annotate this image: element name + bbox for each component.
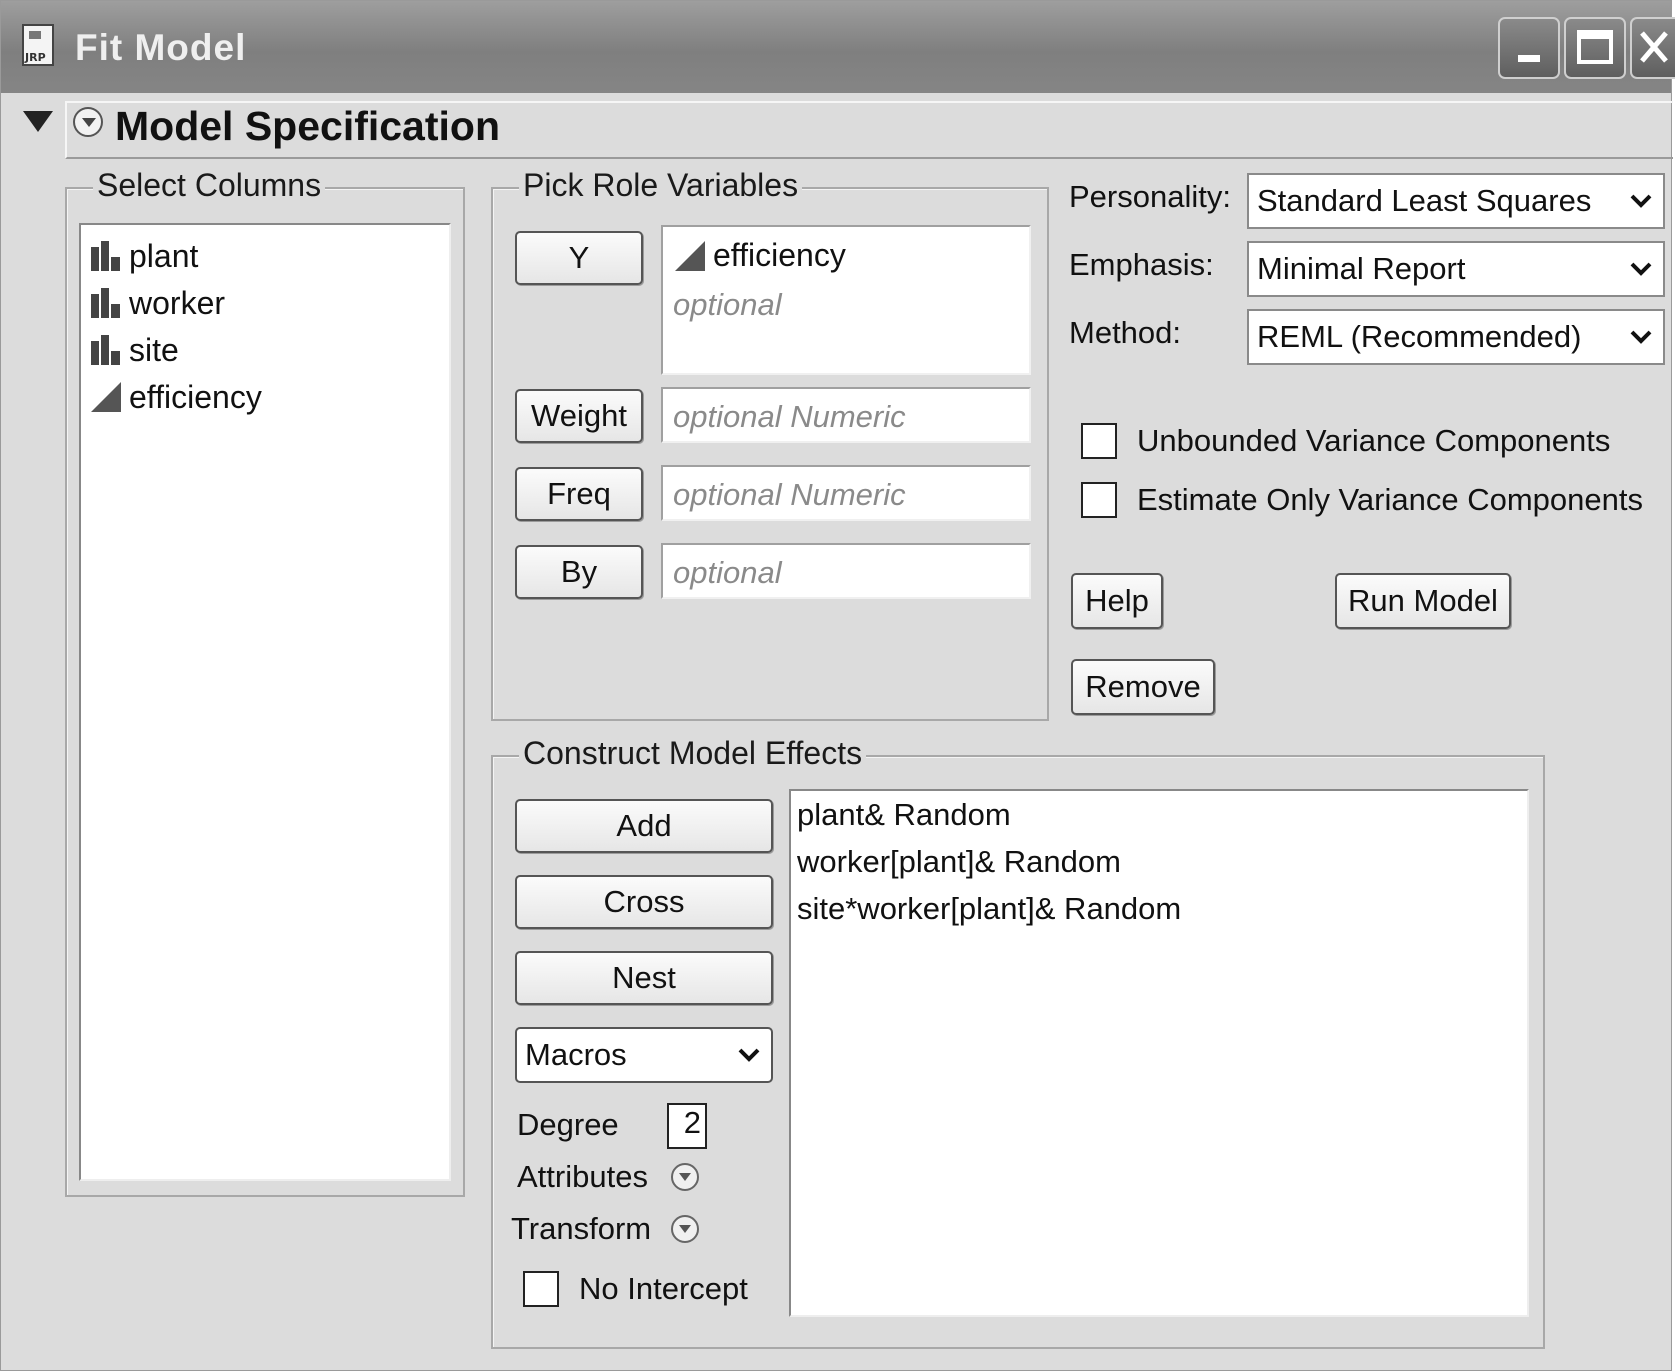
no-intercept-checkbox[interactable] xyxy=(523,1271,559,1307)
title-bar: JRP Fit Model xyxy=(1,1,1675,93)
unbounded-variance-label: Unbounded Variance Components xyxy=(1137,423,1611,458)
by-role-field[interactable]: optional xyxy=(661,543,1031,599)
cross-effect-button[interactable]: Cross xyxy=(515,875,773,929)
macros-select[interactable]: Macros xyxy=(515,1027,773,1083)
pick-role-variables-legend: Pick Role Variables xyxy=(519,167,803,204)
method-value: REML (Recommended) xyxy=(1257,319,1582,354)
method-label: Method: xyxy=(1069,315,1182,350)
freq-role-placeholder: optional Numeric xyxy=(673,477,906,512)
personality-value: Standard Least Squares xyxy=(1257,183,1592,218)
attributes-menu-icon[interactable] xyxy=(671,1163,699,1191)
by-role-placeholder: optional xyxy=(673,555,782,590)
model-specification-title: Model Specification xyxy=(115,103,500,149)
weight-role-button[interactable]: Weight xyxy=(515,389,643,443)
y-role-placeholder: optional xyxy=(673,287,782,322)
close-button[interactable] xyxy=(1630,17,1675,79)
list-item[interactable]: site xyxy=(89,329,179,371)
remove-button[interactable]: Remove xyxy=(1071,659,1215,715)
window-title: Fit Model xyxy=(75,27,247,68)
red-triangle-menu-icon[interactable] xyxy=(73,107,103,137)
unbounded-variance-checkbox[interactable] xyxy=(1081,423,1117,459)
degree-input[interactable]: 2 xyxy=(667,1103,707,1149)
dialog-body: Model Specification Select Columns plant… xyxy=(1,93,1673,1372)
continuous-triangle-icon xyxy=(675,240,705,271)
transform-label: Transform xyxy=(511,1211,652,1246)
personality-select[interactable]: Standard Least Squares xyxy=(1247,173,1665,229)
construct-model-effects-legend: Construct Model Effects xyxy=(519,735,867,772)
estimate-only-variance-checkbox[interactable] xyxy=(1081,482,1117,518)
no-intercept-label: No Intercept xyxy=(579,1271,748,1306)
outline-header: Model Specification xyxy=(1,93,1673,163)
estimate-only-variance-label: Estimate Only Variance Components xyxy=(1137,482,1643,517)
degree-label: Degree xyxy=(517,1107,619,1142)
method-select[interactable]: REML (Recommended) xyxy=(1247,309,1665,365)
list-item[interactable]: worker[plant]& Random xyxy=(797,844,1121,880)
list-item[interactable]: efficiency xyxy=(89,376,262,418)
list-item[interactable]: plant& Random xyxy=(797,797,1011,833)
nominal-bar-icon xyxy=(91,288,120,318)
emphasis-select[interactable]: Minimal Report xyxy=(1247,241,1665,297)
chevron-down-icon xyxy=(1630,194,1652,208)
column-name: plant xyxy=(129,237,199,274)
attributes-label: Attributes xyxy=(517,1159,648,1194)
add-effect-button[interactable]: Add xyxy=(515,799,773,853)
emphasis-value: Minimal Report xyxy=(1257,251,1466,286)
column-name: site xyxy=(129,331,179,368)
by-role-button[interactable]: By xyxy=(515,545,643,599)
y-role-item[interactable]: efficiency xyxy=(673,237,846,274)
help-button[interactable]: Help xyxy=(1071,573,1163,629)
transform-menu-icon[interactable] xyxy=(671,1215,699,1243)
nest-effect-button[interactable]: Nest xyxy=(515,951,773,1005)
maximize-button[interactable] xyxy=(1564,17,1626,79)
weight-role-placeholder: optional Numeric xyxy=(673,399,906,434)
freq-role-button[interactable]: Freq xyxy=(515,467,643,521)
chevron-down-icon xyxy=(1630,262,1652,276)
run-model-button[interactable]: Run Model xyxy=(1335,573,1511,629)
nominal-bar-icon xyxy=(91,241,120,271)
model-effects-list[interactable]: plant& Random worker[plant]& Random site… xyxy=(789,789,1529,1317)
emphasis-label: Emphasis: xyxy=(1069,247,1214,282)
personality-label: Personality: xyxy=(1069,179,1231,214)
y-role-value: efficiency xyxy=(713,237,846,273)
column-name: worker xyxy=(129,284,226,321)
list-item[interactable]: plant xyxy=(89,235,198,277)
y-role-button[interactable]: Y xyxy=(515,231,643,285)
list-item[interactable]: worker xyxy=(89,282,225,324)
column-list[interactable]: plant worker site efficiency xyxy=(79,223,451,1181)
weight-role-field[interactable]: optional Numeric xyxy=(661,387,1031,443)
chevron-down-icon xyxy=(738,1048,760,1062)
continuous-triangle-icon xyxy=(91,382,121,412)
chevron-down-icon xyxy=(1630,330,1652,344)
close-icon xyxy=(1640,31,1668,63)
outline-collapse-triangle-icon[interactable] xyxy=(23,111,53,132)
minimize-icon xyxy=(1518,55,1540,62)
fit-model-window: JRP Fit Model Model Specification Select… xyxy=(0,0,1675,1372)
nominal-bar-icon xyxy=(91,335,120,365)
minimize-button[interactable] xyxy=(1498,17,1560,79)
y-role-list[interactable]: efficiency optional xyxy=(661,225,1031,375)
column-name: efficiency xyxy=(129,378,262,415)
maximize-icon xyxy=(1577,30,1613,64)
macros-label: Macros xyxy=(525,1037,627,1072)
freq-role-field[interactable]: optional Numeric xyxy=(661,465,1031,521)
svg-text:JRP: JRP xyxy=(24,51,46,64)
jmp-app-icon: JRP xyxy=(22,24,54,66)
select-columns-legend: Select Columns xyxy=(93,167,326,204)
list-item[interactable]: site*worker[plant]& Random xyxy=(797,891,1181,927)
